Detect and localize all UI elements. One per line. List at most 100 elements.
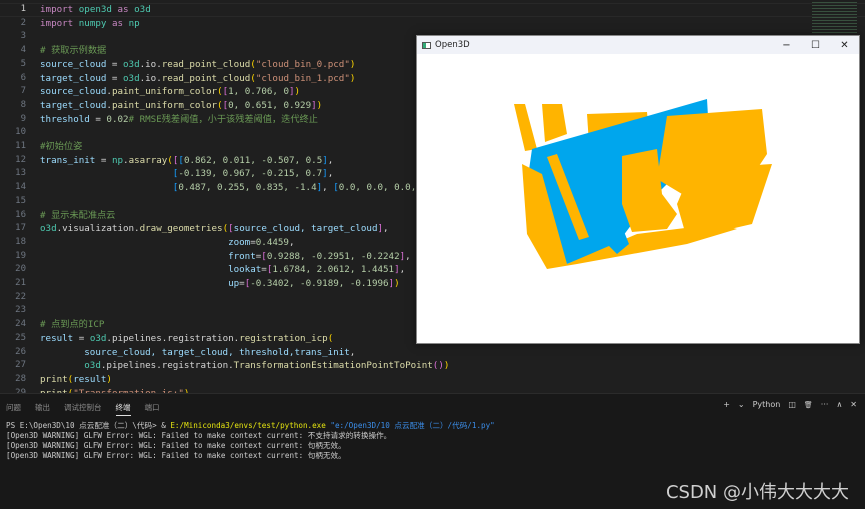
code-line[interactable]: import open3d as o3d <box>40 3 151 17</box>
code-token: o3d <box>89 332 107 344</box>
maximize-button[interactable]: ☐ <box>801 40 830 51</box>
terminal-line: [Open3D WARNING] GLFW Error: WGL: Failed… <box>6 431 391 441</box>
code-line[interactable]: # 显示未配准点云 <box>40 209 115 223</box>
code-token: -0.3402, -0.9189, -0.1996 <box>250 278 389 289</box>
code-token: source_cloud, target_cloud, threshold,tr… <box>84 346 350 358</box>
line-number: 20 <box>15 264 26 275</box>
line-number: 15 <box>15 195 26 206</box>
code-line[interactable]: up=[-0.3402, -0.9189, -0.1996]) <box>40 277 400 291</box>
split-terminal-icon[interactable]: ◫ <box>788 400 796 409</box>
code-line[interactable]: [0.487, 0.255, 0.835, -1.4], [0.0, 0.0, … <box>40 181 455 195</box>
code-line[interactable]: target_cloud.paint_uniform_color([0, 0.6… <box>40 99 322 113</box>
code-token: ) <box>394 278 400 289</box>
terminal-text: E:/Miniconda3/envs/test/python.exe <box>170 421 326 430</box>
close-panel-icon[interactable]: ✕ <box>850 400 857 409</box>
code-line[interactable]: source_cloud, target_cloud, threshold,tr… <box>40 346 355 360</box>
code-token: = <box>89 113 107 125</box>
trash-icon[interactable]: 🗑 <box>804 401 813 409</box>
line-number: 4 <box>20 45 26 56</box>
point-cloud-render <box>514 99 772 269</box>
code-token: read_point_cloud <box>161 58 251 70</box>
code-token: , <box>327 168 334 180</box>
code-token: 0.9288, -0.2951, -0.2242 <box>266 250 400 262</box>
code-line[interactable]: # 点到点的ICP <box>40 318 104 332</box>
code-token: ) <box>294 86 301 98</box>
code-token: = <box>95 154 112 166</box>
code-line[interactable]: o3d.pipelines.registration.Transformatio… <box>40 359 449 373</box>
open3d-window[interactable]: Open3D − ☐ ✕ <box>416 35 860 344</box>
more-icon[interactable]: ··· <box>821 400 829 409</box>
terminal-line: PS E:\Open3D\10 点云配准（二）\代码> & E:/Minicon… <box>6 421 495 431</box>
panel-tab[interactable]: 调试控制台 <box>64 402 102 416</box>
source-wall-left <box>514 104 537 151</box>
line-number: 21 <box>15 278 26 288</box>
terminal-shell-label[interactable]: Python <box>753 400 781 409</box>
line-number: 25 <box>15 332 26 343</box>
code-token: = <box>106 58 123 70</box>
code-token: print <box>40 373 68 385</box>
panel-tab[interactable]: 输出 <box>35 402 50 416</box>
minimize-button[interactable]: − <box>772 40 801 51</box>
terminal-dropdown-icon[interactable]: ⌄ <box>738 400 745 409</box>
code-line[interactable]: # 获取示例数据 <box>40 44 106 58</box>
line-number: 9 <box>20 113 26 124</box>
code-token: result <box>73 373 107 385</box>
line-number: 13 <box>15 168 26 179</box>
code-token: o3d <box>84 360 101 372</box>
code-line[interactable]: trans_init = np.asarray([[0.862, 0.011, … <box>40 154 333 168</box>
line-number: 27 <box>15 360 26 371</box>
code-token: np <box>111 154 124 166</box>
open3d-title-bar[interactable]: Open3D − ☐ ✕ <box>417 36 859 54</box>
code-line[interactable]: threshold = 0.02# RMSE残差阈值，小于该残差阈值，迭代终止 <box>40 113 318 127</box>
code-token: read_point_cloud <box>161 72 251 84</box>
code-line[interactable]: result = o3d.pipelines.registration.regi… <box>40 332 333 346</box>
code-token: #初始位姿 <box>40 141 83 152</box>
watermark: CSDN @小伟大大大大 <box>665 482 849 503</box>
code-line[interactable]: zoom=0.4459, <box>40 236 295 250</box>
panel-tab[interactable]: 终端 <box>115 402 131 416</box>
code-line[interactable]: o3d.visualization.draw_geometries([sourc… <box>40 222 389 236</box>
line-number: 16 <box>15 209 26 220</box>
code-line[interactable]: [-0.139, 0.967, -0.215, 0.7], <box>40 167 333 181</box>
new-terminal-button[interactable]: + <box>723 400 730 409</box>
maximize-panel-icon[interactable]: ∧ <box>836 400 842 409</box>
code-token: .visualization. <box>56 223 140 235</box>
line-number: 22 <box>15 291 26 302</box>
code-token: .io. <box>139 72 162 84</box>
code-token: TransformationEstimationPointToPoint <box>233 360 433 372</box>
code-line[interactable]: source_cloud = o3d.io.read_point_cloud("… <box>40 58 355 72</box>
code-token: as <box>117 4 129 15</box>
code-token: 0.4459 <box>255 236 289 248</box>
code-token: np <box>128 17 140 29</box>
code-token: 0, 0.651, 0.929 <box>228 99 312 111</box>
code-token: , <box>288 236 295 248</box>
code-token: 0.862, 0.011, -0.507, 0.5 <box>183 154 323 166</box>
code-line[interactable]: target_cloud = o3d.io.read_point_cloud("… <box>40 72 355 86</box>
panel-tab[interactable]: 问题 <box>6 402 21 416</box>
line-number: 7 <box>20 86 26 97</box>
line-number: 6 <box>20 72 26 83</box>
code-token: front <box>228 250 256 262</box>
code-token: ) <box>443 360 450 372</box>
code-line[interactable]: front=[0.9288, -0.2951, -0.2242], <box>40 250 411 264</box>
line-number: 19 <box>15 250 26 261</box>
code-line[interactable]: lookat=[1.6784, 2.0612, 1.4451], <box>40 263 405 277</box>
code-line[interactable]: #初始位姿 <box>40 140 82 154</box>
source-wall-piece <box>542 104 567 142</box>
code-token: o3d <box>134 4 151 15</box>
code-line[interactable]: source_cloud.paint_uniform_color([1, 0.7… <box>40 85 300 99</box>
panel-tab[interactable]: 端口 <box>145 402 160 416</box>
line-number: 2 <box>20 17 26 28</box>
code-token: , <box>405 250 411 262</box>
point-cloud-viewport[interactable] <box>417 54 859 343</box>
code-token: # 显示未配准点云 <box>40 209 116 221</box>
code-line[interactable]: import numpy as np <box>40 17 140 31</box>
line-number: 18 <box>15 236 26 247</box>
line-number: 24 <box>15 319 26 330</box>
code-token: () <box>432 360 444 372</box>
code-line[interactable]: print(result) <box>40 373 112 387</box>
close-button[interactable]: ✕ <box>830 40 859 51</box>
